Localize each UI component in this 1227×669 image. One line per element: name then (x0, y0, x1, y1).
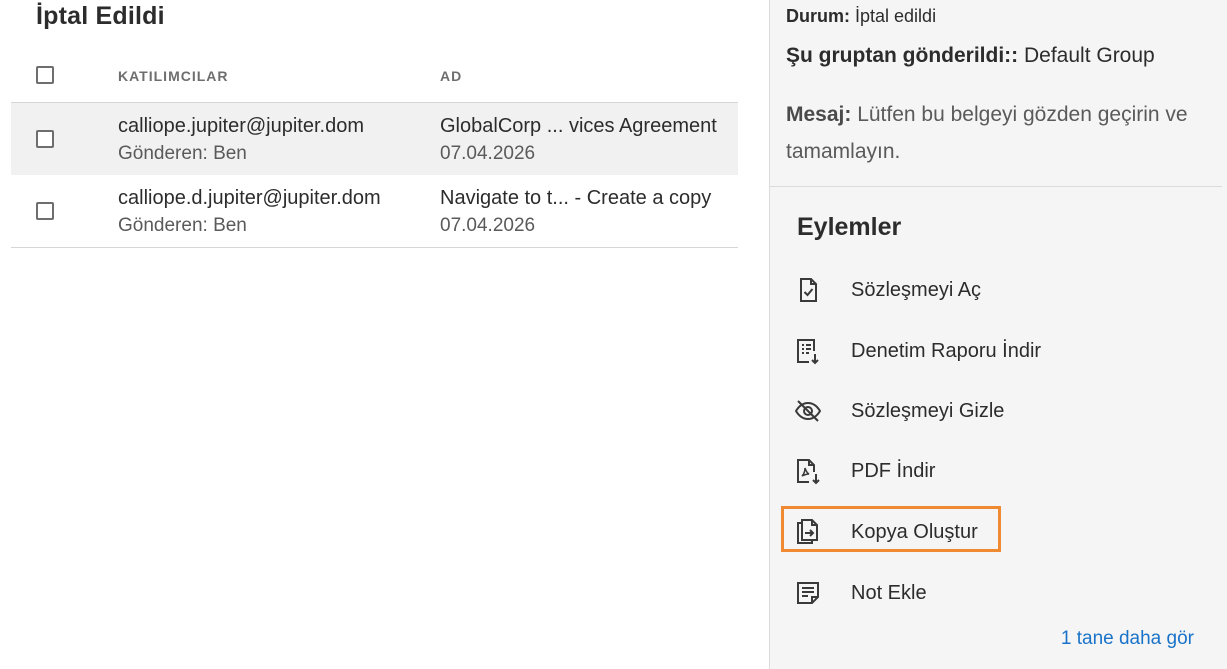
actions-title: Eylemler (797, 213, 902, 241)
action-label: Denetim Raporu İndir (851, 340, 1042, 362)
agreement-name: GlobalCorp ... vices Agreement (440, 115, 717, 137)
group-value: Default Group (1023, 44, 1155, 67)
download-pdf-icon (794, 457, 822, 485)
highlight-box (781, 506, 1001, 552)
agreement-date: 07.04.2026 (440, 143, 536, 164)
table-header: KATILIMCILAR AD (11, 56, 738, 102)
participant-email: calliope.d.jupiter@jupiter.dom (118, 187, 381, 209)
row-checkbox[interactable] (36, 202, 54, 220)
action-add-note[interactable]: Not Ekle (792, 573, 1212, 613)
row-checkbox[interactable] (36, 130, 54, 148)
action-hide-agreement[interactable]: Sözleşmeyi Gizle (792, 391, 1212, 431)
open-agreement-icon (794, 276, 822, 304)
sender-label: Gönderen: Ben (118, 143, 247, 164)
table-row[interactable]: calliope.jupiter@jupiter.dom Gönderen: B… (11, 102, 738, 176)
details-panel: Durum: İptal edildi Şu gruptan gönderild… (770, 0, 1227, 669)
message-block: Mesaj: Lütfen bu belgeyi gözden geçirin … (786, 96, 1216, 170)
section-divider (770, 186, 1222, 187)
action-label: Sözleşmeyi Gizle (851, 400, 1005, 422)
action-label: Not Ekle (851, 582, 927, 604)
status-label: Durum: (786, 6, 850, 26)
select-all-checkbox[interactable] (36, 66, 54, 84)
participant-email: calliope.jupiter@jupiter.dom (118, 115, 364, 137)
agreement-name: Navigate to t... - Create a copy (440, 187, 712, 209)
action-label: Sözleşmeyi Aç (851, 279, 982, 301)
message-label: Mesaj: (786, 103, 852, 126)
column-header-participants[interactable]: KATILIMCILAR (118, 68, 229, 84)
page-title: İptal Edildi (36, 2, 165, 30)
action-label: PDF İndir (851, 460, 936, 482)
status-line: Durum: İptal edildi (786, 6, 936, 27)
action-download-audit-report[interactable]: Denetim Raporu İndir (792, 331, 1212, 371)
sender-label: Gönderen: Ben (118, 215, 247, 236)
agreement-date: 07.04.2026 (440, 215, 536, 236)
note-icon (794, 579, 822, 607)
agreements-list-panel: İptal Edildi KATILIMCILAR AD calliope.ju… (0, 0, 770, 669)
see-more-link[interactable]: 1 tane daha gör (1061, 628, 1194, 650)
group-label: Şu gruptan gönderildi:: (786, 44, 1019, 67)
hide-eye-icon (794, 397, 822, 425)
table-row[interactable]: calliope.d.jupiter@jupiter.dom Gönderen:… (11, 175, 738, 248)
group-line: Şu gruptan gönderildi:: Default Group (786, 44, 1155, 68)
action-download-pdf[interactable]: PDF İndir (792, 451, 1212, 491)
action-open-agreement[interactable]: Sözleşmeyi Aç (792, 270, 1212, 310)
download-audit-report-icon (794, 337, 822, 365)
column-header-name[interactable]: AD (440, 68, 462, 84)
status-value: İptal edildi (855, 6, 937, 26)
